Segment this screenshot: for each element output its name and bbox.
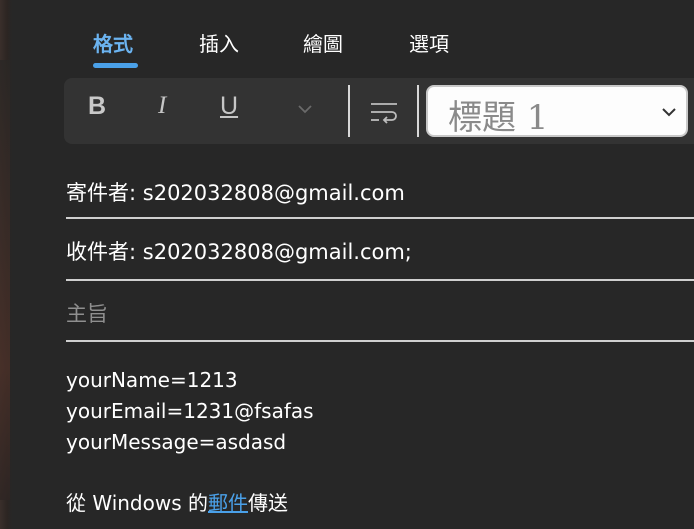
paragraph-style-select[interactable]: 標題 1 [426, 85, 688, 138]
to-field[interactable]: 收件者: s202032808@gmail.com; [66, 236, 694, 266]
message-line: yourName=1213 [66, 368, 238, 392]
active-tab-indicator [93, 63, 138, 68]
ribbon-tabs: 格式 插入 繪圖 選項 [0, 0, 694, 74]
text-wrap-icon[interactable] [368, 98, 400, 126]
divider [66, 279, 694, 281]
from-value: s202032808@gmail.com [142, 181, 405, 205]
subject-input[interactable]: 主旨 [66, 298, 694, 328]
signature-suffix: 傳送 [248, 491, 288, 515]
italic-button[interactable]: I [158, 92, 166, 120]
underline-button[interactable]: U [220, 92, 238, 121]
window-left-edge [0, 0, 12, 529]
format-toolbar: B I U 標題 1 [64, 78, 694, 144]
mail-app-link[interactable]: 郵件 [208, 491, 248, 515]
divider [66, 340, 694, 342]
to-label: 收件者: [66, 240, 137, 264]
toolbar-separator [348, 85, 350, 137]
background-shade [0, 60, 10, 500]
divider [66, 217, 694, 219]
tab-options[interactable]: 選項 [409, 28, 449, 57]
message-line: yourEmail=1231@fsafas [66, 399, 314, 423]
signature-prefix: 從 Windows 的 [66, 491, 208, 515]
chevron-down-icon [662, 108, 676, 117]
tab-insert[interactable]: 插入 [199, 28, 239, 57]
bold-button[interactable]: B [88, 92, 106, 121]
message-line: yourMessage=asdasd [66, 430, 287, 454]
toolbar-separator [417, 85, 419, 137]
signature: 從 Windows 的郵件傳送 [66, 487, 288, 516]
tab-draw[interactable]: 繪圖 [303, 28, 343, 57]
from-label: 寄件者: [66, 181, 137, 205]
from-field[interactable]: 寄件者: s202032808@gmail.com [66, 177, 694, 207]
tab-format[interactable]: 格式 [93, 28, 133, 57]
paragraph-style-value: 標題 1 [448, 98, 549, 138]
message-body[interactable]: yourName=1213 yourEmail=1231@fsafas your… [66, 365, 314, 458]
to-value: s202032808@gmail.com; [142, 240, 412, 264]
chevron-down-icon[interactable] [296, 100, 314, 118]
